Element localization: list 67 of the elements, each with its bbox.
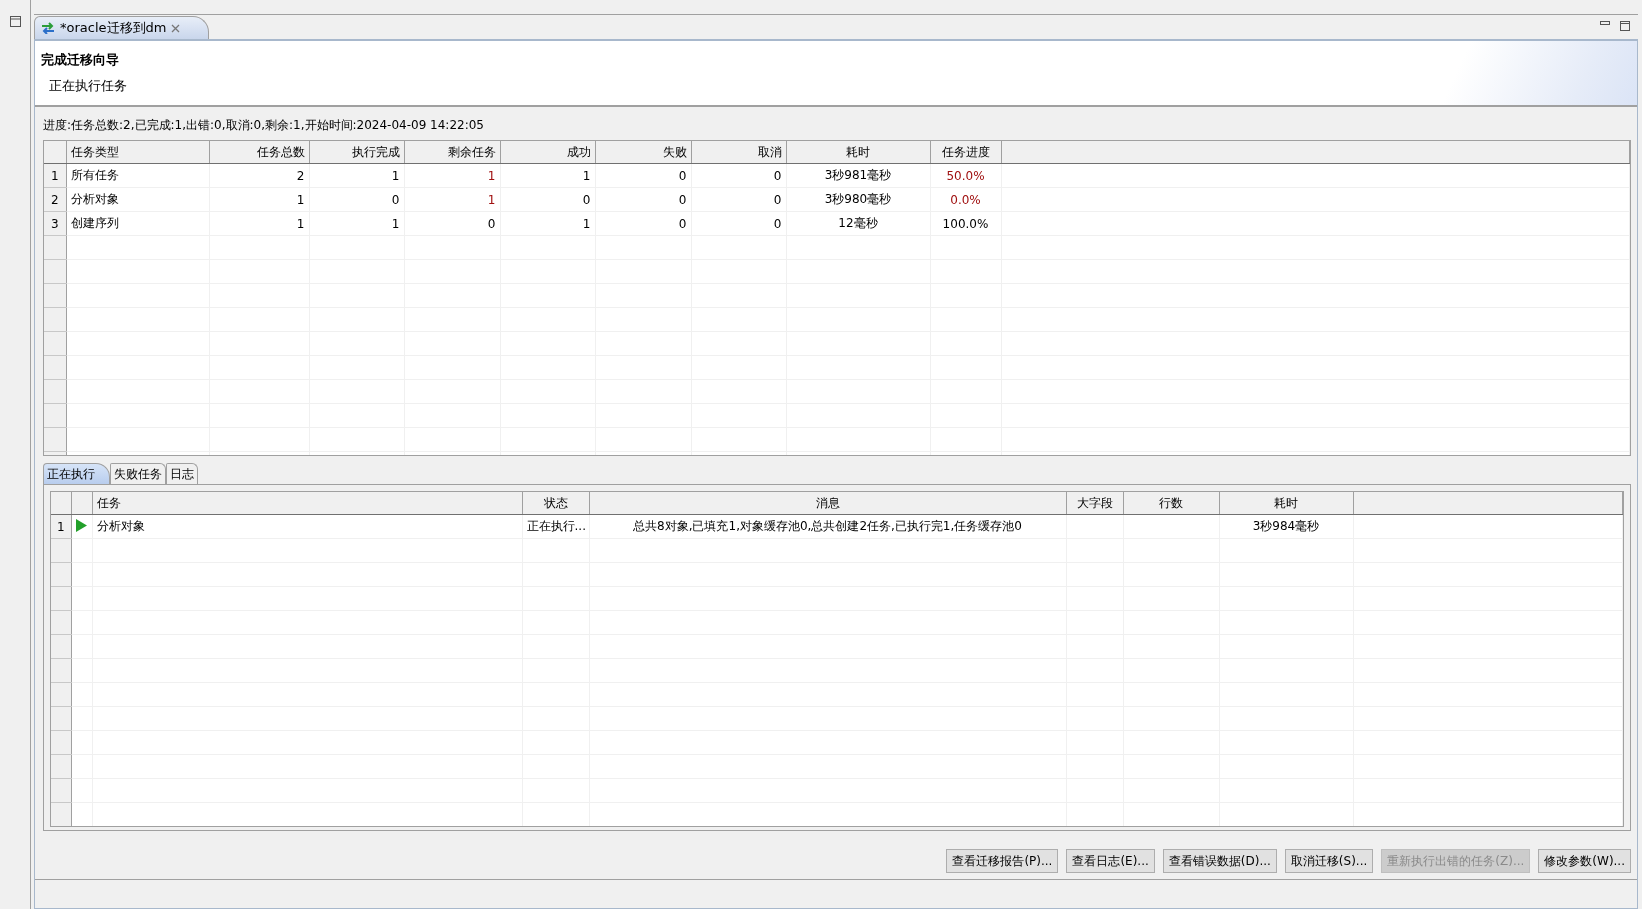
row-number: 2 xyxy=(44,187,66,212)
restore-icon[interactable] xyxy=(9,16,21,27)
wizard-subtitle: 正在执行任务 xyxy=(49,77,128,95)
tab[interactable]: 失败任务 xyxy=(110,463,166,484)
table-cell: 0 xyxy=(500,187,595,212)
table-cell: 1 xyxy=(500,163,595,188)
action-button[interactable]: 取消迁移(S)... xyxy=(1284,849,1374,873)
table-cell: 分析对象 xyxy=(92,514,522,539)
table-cell: 3秒984毫秒 xyxy=(1219,514,1353,539)
action-button[interactable]: 查看日志(E)... xyxy=(1066,849,1155,873)
column-header[interactable]: 消息 xyxy=(589,492,1066,515)
column-header[interactable]: 任务总数 xyxy=(209,141,309,164)
maximize-icon[interactable] xyxy=(1620,21,1630,31)
column-header[interactable]: 行数 xyxy=(1123,492,1219,515)
table-cell: 12毫秒 xyxy=(786,211,930,236)
column-header[interactable]: 任务类型 xyxy=(66,141,209,164)
table-cell: 0 xyxy=(595,187,691,212)
column-header[interactable]: 失败 xyxy=(595,141,691,164)
close-icon[interactable] xyxy=(171,23,181,33)
action-button[interactable]: 修改参数(W)... xyxy=(1538,849,1631,873)
column-header[interactable]: 大字段 xyxy=(1066,492,1123,515)
table-cell: 1 xyxy=(404,163,500,188)
table-cell: 3秒980毫秒 xyxy=(786,187,930,212)
table-cell: 0 xyxy=(691,187,786,212)
action-button[interactable]: 查看迁移报告(P)... xyxy=(946,849,1059,873)
minimize-icon[interactable] xyxy=(1600,21,1610,25)
table-cell: 1 xyxy=(404,187,500,212)
table-cell: 0 xyxy=(691,163,786,188)
row-number: 1 xyxy=(51,514,71,539)
table-cell: 0 xyxy=(309,187,404,212)
column-header[interactable]: 状态 xyxy=(522,492,589,515)
table-cell: 0 xyxy=(404,211,500,236)
table-cell: 1 xyxy=(209,187,309,212)
row-number: 1 xyxy=(44,163,66,188)
table-cell: 100.0% xyxy=(930,211,1001,236)
row-number: 3 xyxy=(44,211,66,236)
table-cell: 0.0% xyxy=(930,187,1001,212)
table-cell: 1 xyxy=(309,211,404,236)
table-cell: 所有任务 xyxy=(66,163,209,188)
table-cell: 1 xyxy=(500,211,595,236)
column-header[interactable]: 任务进度 xyxy=(930,141,1001,164)
table-cell: 1 xyxy=(209,211,309,236)
editor-tab[interactable]: *oracle迁移到dm xyxy=(34,16,210,39)
table-cell: 1 xyxy=(309,163,404,188)
column-header[interactable]: 耗时 xyxy=(786,141,930,164)
table-cell: 0 xyxy=(691,211,786,236)
column-header[interactable]: 耗时 xyxy=(1219,492,1353,515)
tab[interactable]: 日志 xyxy=(166,463,198,484)
table-cell: 0 xyxy=(595,211,691,236)
transfer-arrows-icon xyxy=(41,22,55,34)
table-cell: 50.0% xyxy=(930,163,1001,188)
tab[interactable]: 正在执行 xyxy=(43,463,110,484)
column-header[interactable]: 任务 xyxy=(92,492,522,515)
table-cell: 创建序列 xyxy=(66,211,209,236)
table-cell: 0 xyxy=(595,163,691,188)
table-cell: 总共8对象,已填充1,对象缓存池0,总共创建2任务,已执行完1,任务缓存池0 xyxy=(589,514,1066,539)
table-cell: 正在执行... xyxy=(522,514,589,539)
column-header[interactable]: 剩余任务 xyxy=(404,141,500,164)
column-header[interactable]: 执行完成 xyxy=(309,141,404,164)
column-header[interactable]: 取消 xyxy=(691,141,786,164)
column-header[interactable]: 成功 xyxy=(500,141,595,164)
table-cell: 2 xyxy=(209,163,309,188)
wizard-title: 完成迁移向导 xyxy=(41,51,120,69)
progress-text: 进度:任务总数:2,已完成:1,出错:0,取消:0,剩余:1,开始时间:2024-04-09 14:22:05 xyxy=(43,117,485,134)
table-cell: 3秒981毫秒 xyxy=(786,163,930,188)
action-button[interactable]: 查看错误数据(D)... xyxy=(1162,849,1277,873)
table-cell: 分析对象 xyxy=(66,187,209,212)
